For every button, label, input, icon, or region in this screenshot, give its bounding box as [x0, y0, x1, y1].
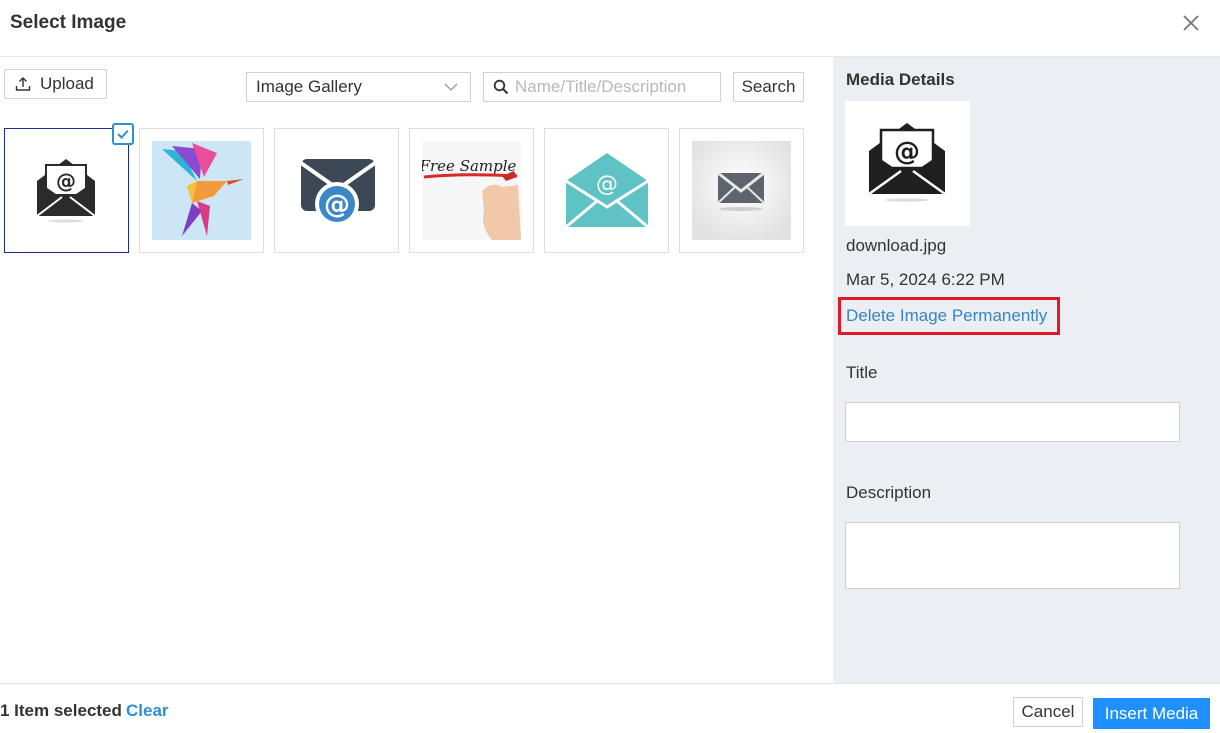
search-box[interactable] [483, 72, 721, 102]
envelope-at-slate-icon: @ [299, 159, 377, 226]
svg-text:@: @ [596, 172, 618, 197]
gallery-image-3[interactable]: @ [274, 128, 399, 253]
chevron-down-icon [444, 83, 458, 91]
selected-check-icon[interactable] [112, 123, 134, 145]
search-button[interactable]: Search [733, 72, 804, 102]
description-input[interactable] [845, 522, 1180, 589]
gallery-image-6[interactable] [679, 128, 804, 253]
search-input[interactable] [515, 77, 715, 97]
svg-text:@: @ [324, 190, 350, 220]
search-icon [493, 79, 509, 95]
upload-icon [15, 77, 31, 91]
dialog-title: Select Image [10, 12, 127, 33]
selected-count: 1 Item selected [0, 701, 122, 720]
envelope-at-teal-icon: @ [565, 153, 649, 229]
title-input[interactable] [845, 402, 1180, 442]
free-sample-image: Free Sample [422, 141, 521, 240]
envelope-at-black-icon: @ [36, 159, 96, 223]
title-label: Title [846, 363, 878, 382]
clear-link[interactable]: Clear [126, 701, 169, 721]
envelope-at-black-icon: @ [868, 123, 946, 202]
media-filename: download.jpg [846, 236, 947, 255]
description-label: Description [846, 483, 932, 502]
insert-media-button[interactable]: Insert Media [1093, 698, 1210, 729]
svg-text:@: @ [56, 169, 76, 193]
cancel-button[interactable]: Cancel [1013, 697, 1083, 727]
dialog-header: Select Image [0, 0, 1220, 57]
close-icon[interactable] [1180, 12, 1202, 34]
gallery-image-1[interactable]: @ [4, 123, 134, 253]
dialog-footer: 1 Item selected Clear Cancel Insert Medi… [0, 683, 1220, 733]
media-details-heading: Media Details [846, 70, 955, 89]
svg-text:@: @ [894, 137, 920, 167]
media-details-panel: Media Details @ download.jpg Mar 5, 2024… [833, 57, 1220, 683]
upload-button[interactable]: Upload [4, 69, 107, 99]
gallery-select[interactable]: Image Gallery [246, 72, 471, 102]
gallery-image-5[interactable]: @ [544, 128, 669, 253]
media-date: Mar 5, 2024 6:22 PM [846, 270, 1005, 289]
gallery-image-4[interactable]: Free Sample [409, 128, 534, 253]
free-sample-text: Free Sample [422, 157, 517, 175]
upload-label: Upload [40, 74, 94, 93]
gallery-image-2[interactable] [139, 128, 264, 253]
gallery-area: Upload Image Gallery Search @ [0, 57, 833, 683]
media-preview: @ [845, 101, 970, 226]
hummingbird-image [152, 141, 251, 240]
gallery-select-value: Image Gallery [256, 77, 362, 96]
envelope-gray-icon [692, 141, 791, 240]
delete-image-link[interactable]: Delete Image Permanently [838, 297, 1060, 335]
